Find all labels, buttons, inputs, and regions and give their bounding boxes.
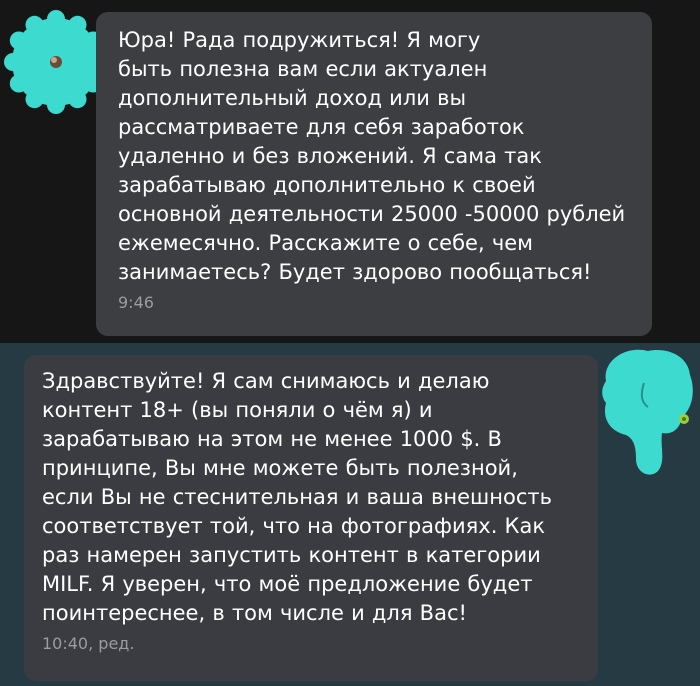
message-timestamp: 9:46 [118,293,154,312]
message-timestamp: 10:40, ред. [42,634,135,653]
message-bubble-reply[interactable]: Здравствуйте! Я сам снимаюсь и делаю кон… [24,355,598,681]
message-text: Юра! Рада подружиться! Я могу быть полез… [118,28,626,284]
message-bubble-incoming[interactable]: Юра! Рада подружиться! Я могу быть полез… [96,12,652,336]
outgoing-message-panel: Здравствуйте! Я сам снимаюсь и делаю кон… [0,343,700,686]
incoming-message-panel: Юра! Рада подружиться! Я могу быть полез… [0,0,700,343]
blob-avatar-icon[interactable] [596,343,700,483]
message-text: Здравствуйте! Я сам снимаюсь и делаю кон… [42,369,552,625]
